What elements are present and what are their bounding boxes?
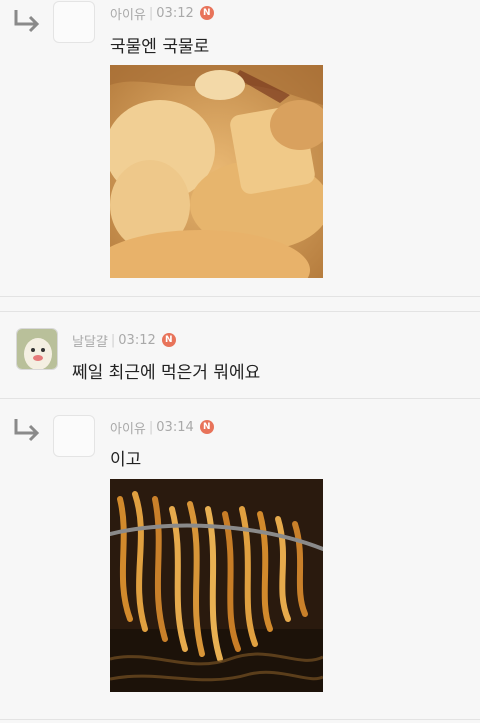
- comment-time: 03:12: [118, 332, 156, 348]
- divider: [0, 296, 480, 297]
- avatar[interactable]: [53, 415, 95, 457]
- avatar[interactable]: [53, 1, 95, 43]
- comment-meta: 날달걀 | 03:12 N: [72, 330, 176, 350]
- new-badge: N: [199, 420, 214, 434]
- author-name[interactable]: 날달걀: [72, 331, 108, 350]
- comment-time: 03:14: [156, 419, 194, 435]
- comment-text: 국물엔 국물로: [110, 37, 210, 57]
- comment-text: 쩨일 최근에 먹은거 뭐에요: [72, 363, 261, 383]
- comment-reply-3: 아이유 | 03:14 N 이고: [0, 399, 480, 719]
- comment-meta: 아이유 | 03:14 N: [110, 417, 214, 437]
- comment-2: 날달걀 | 03:12 N 쩨일 최근에 먹은거 뭐에요: [0, 312, 480, 398]
- reply-arrow-icon: [14, 419, 40, 442]
- new-badge: N: [199, 6, 214, 20]
- author-name[interactable]: 아이유: [110, 4, 146, 23]
- comment-reply-1: 아이유 | 03:12 N 국물엔 국물로: [0, 0, 480, 296]
- new-badge: N: [161, 333, 176, 347]
- author-name[interactable]: 아이유: [110, 418, 146, 437]
- reply-arrow-icon: [14, 10, 40, 33]
- comment-meta: 아이유 | 03:12 N: [110, 3, 214, 23]
- fishcake-soup-photo[interactable]: [110, 65, 323, 278]
- divider: [0, 719, 480, 720]
- comment-time: 03:12: [156, 5, 194, 21]
- avatar[interactable]: [16, 328, 58, 370]
- jjajang-noodles-photo[interactable]: [110, 479, 323, 692]
- comment-text: 이고: [110, 450, 142, 470]
